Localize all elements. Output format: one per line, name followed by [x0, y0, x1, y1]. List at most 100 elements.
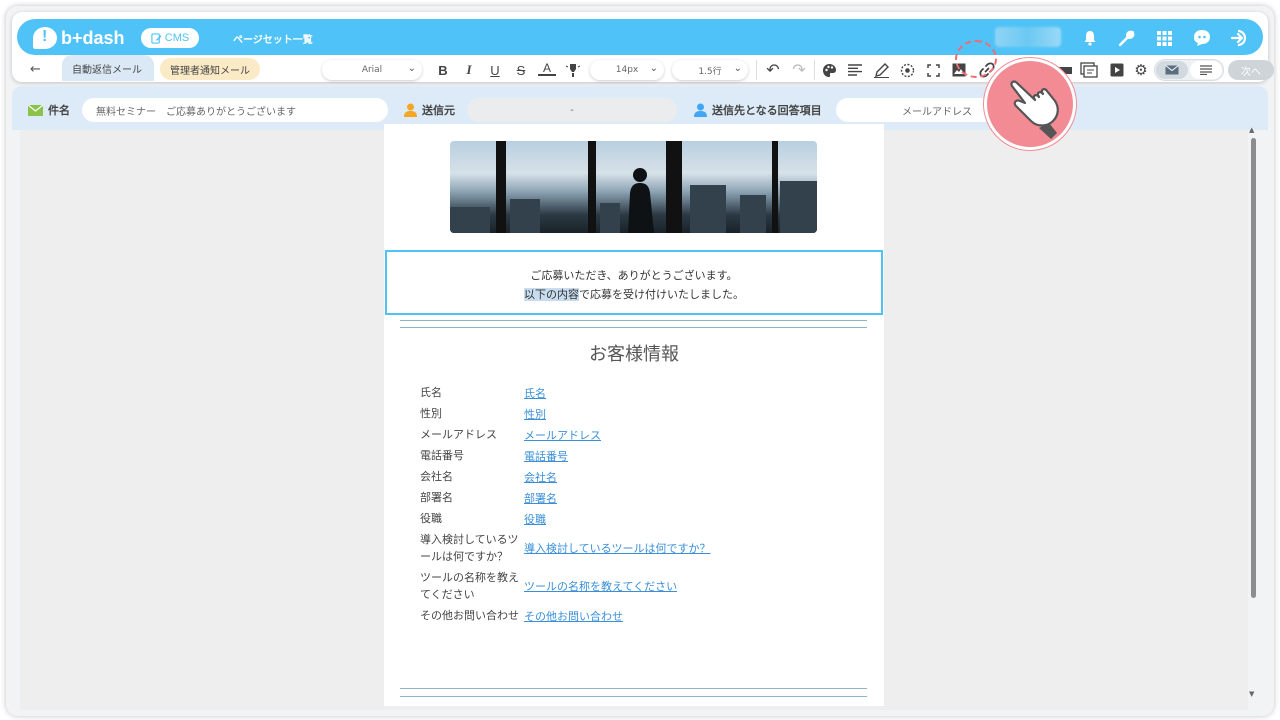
italic-icon[interactable]: I: [460, 61, 478, 79]
text-lines-icon: [1200, 65, 1212, 75]
support-chat-icon[interactable]: [1191, 27, 1213, 49]
palette-icon[interactable]: [820, 61, 838, 79]
row-value-link[interactable]: 部署名: [524, 490, 557, 506]
divider-line: [400, 320, 867, 321]
align-left-icon[interactable]: [846, 61, 864, 79]
recipient-select[interactable]: メールアドレス: [836, 98, 996, 122]
row-key: 氏名: [420, 386, 442, 399]
fullscreen-icon[interactable]: [924, 61, 942, 79]
cms-button[interactable]: CMS: [141, 28, 199, 48]
underline-icon[interactable]: U: [486, 61, 504, 79]
page-title[interactable]: ページセット一覧: [233, 31, 313, 46]
hero-building: [690, 185, 726, 233]
row-value-link[interactable]: 導入検討しているツールは何ですか？: [524, 540, 710, 556]
chevron-down-icon: ⌄: [649, 63, 658, 74]
row-value-link[interactable]: 会社名: [524, 469, 557, 485]
highlight-icon[interactable]: [564, 61, 582, 79]
subject-label: 件名: [28, 102, 70, 118]
table-row: 電話番号 電話番号: [420, 445, 840, 466]
font-color-icon[interactable]: A: [538, 61, 556, 76]
hero-building: [600, 203, 620, 233]
row-key: メールアドレス: [420, 428, 497, 441]
user-orange-icon: [404, 103, 417, 117]
mail-icon: [1165, 65, 1179, 75]
font-size-select[interactable]: 14px ⌄: [590, 60, 664, 80]
greeting-line-2-rest: で応募を受け付けいたしました。: [579, 288, 744, 301]
row-value-link[interactable]: 役職: [524, 511, 546, 527]
table-row: 部署名 部署名: [420, 487, 840, 508]
mail-view-button[interactable]: [1156, 61, 1188, 79]
line-height-value: 1.5行: [698, 66, 722, 77]
gear-icon[interactable]: ⚙: [1132, 61, 1150, 79]
hero-window-frame: [588, 141, 596, 233]
sender-input[interactable]: -: [467, 98, 677, 122]
hero-building: [510, 199, 540, 233]
pen-icon[interactable]: [872, 61, 890, 79]
greeting-line-2: 以下の内容で応募を受け付けいたしました。: [387, 285, 881, 304]
row-key: その他お問い合わせ: [420, 609, 519, 622]
account-name-blurred: [995, 27, 1061, 47]
top-header: b+dash CMS ページセット一覧: [12, 12, 1274, 82]
bdash-logo[interactable]: b+dash: [33, 25, 125, 51]
hero-window-frame: [496, 141, 506, 233]
row-value-link[interactable]: ツールの名称を教えてください: [524, 578, 677, 594]
row-value-link[interactable]: その他お問い合わせ: [524, 608, 623, 624]
recipient-label: 送信先となる回答項目: [694, 102, 822, 118]
tab-admin-notification-mail[interactable]: 管理者通知メール: [160, 58, 260, 80]
row-key: 部署名: [420, 491, 453, 504]
grid-icon[interactable]: [1153, 27, 1175, 49]
toolbar-divider: [814, 60, 815, 80]
hero-building: [450, 207, 490, 233]
scroll-up-icon[interactable]: ▲: [1249, 126, 1254, 134]
tab-auto-reply-mail[interactable]: 自動返信メール: [62, 55, 154, 81]
scroll-down-icon[interactable]: ▼: [1249, 690, 1254, 698]
line-height-select[interactable]: 1.5行 ⌄: [672, 60, 748, 80]
recipient-label-text: 送信先となる回答項目: [712, 104, 822, 117]
section-title: お客様情報: [589, 344, 679, 365]
back-arrow-icon[interactable]: ←: [30, 62, 41, 77]
layout-block-icon[interactable]: [1080, 61, 1098, 79]
global-nav-bar: b+dash CMS ページセット一覧: [17, 19, 1263, 55]
pointer-hand-icon: [984, 58, 1076, 150]
logout-icon[interactable]: [1229, 27, 1251, 49]
undo-icon[interactable]: ↶: [764, 61, 782, 79]
table-row: メールアドレス メールアドレス: [420, 424, 840, 445]
target-icon[interactable]: [898, 61, 916, 79]
subject-input[interactable]: 無料セミナー ご応募ありがとうございます: [82, 98, 388, 122]
row-key: 会社名: [420, 470, 453, 483]
toolbar-divider: [756, 60, 757, 80]
greeting-text-block[interactable]: ご応募いただき、ありがとうございます。 以下の内容で応募を受け付けいたしました。: [385, 250, 883, 315]
video-icon[interactable]: [1108, 61, 1126, 79]
table-row: 性別 性別: [420, 403, 840, 424]
subject-label-text: 件名: [48, 104, 70, 117]
row-key: 役職: [420, 512, 442, 525]
table-row: 会社名 会社名: [420, 466, 840, 487]
scroll-thumb[interactable]: [1251, 138, 1256, 598]
hero-window-frame: [772, 141, 778, 233]
wrench-icon[interactable]: [1115, 27, 1137, 49]
table-row: その他お問い合わせ その他お問い合わせ: [420, 605, 840, 626]
text-view-button[interactable]: [1190, 61, 1222, 79]
cms-edit-icon: [151, 32, 162, 44]
hero-image[interactable]: [450, 141, 817, 233]
row-value-link[interactable]: 氏名: [524, 385, 546, 401]
row-value-link[interactable]: メールアドレス: [524, 427, 601, 443]
vertical-scrollbar[interactable]: ▲ ▼: [1248, 126, 1258, 702]
redo-icon[interactable]: ↷: [790, 61, 808, 79]
font-family-select[interactable]: Arial ⌄: [322, 60, 422, 80]
hero-silhouette: [628, 168, 654, 233]
strikethrough-icon[interactable]: S: [512, 61, 530, 79]
selected-text: 以下の内容: [524, 288, 579, 301]
row-key: ツールの名称を教えてください: [420, 571, 519, 601]
greeting-line-1: ご応募いただき、ありがとうございます。: [530, 269, 738, 282]
divider-line: [400, 327, 867, 328]
bell-icon[interactable]: [1079, 27, 1101, 49]
table-row: 導入検討しているツールは何ですか？ 導入検討しているツールは何ですか？: [420, 529, 840, 567]
bold-icon[interactable]: B: [434, 61, 452, 79]
divider-line: [400, 696, 867, 697]
row-value-link[interactable]: 性別: [524, 406, 546, 422]
next-button[interactable]: 次へ: [1228, 60, 1274, 80]
logo-bubble-icon: [33, 27, 57, 49]
row-value-link[interactable]: 電話番号: [524, 448, 568, 464]
hero-building: [780, 181, 817, 233]
